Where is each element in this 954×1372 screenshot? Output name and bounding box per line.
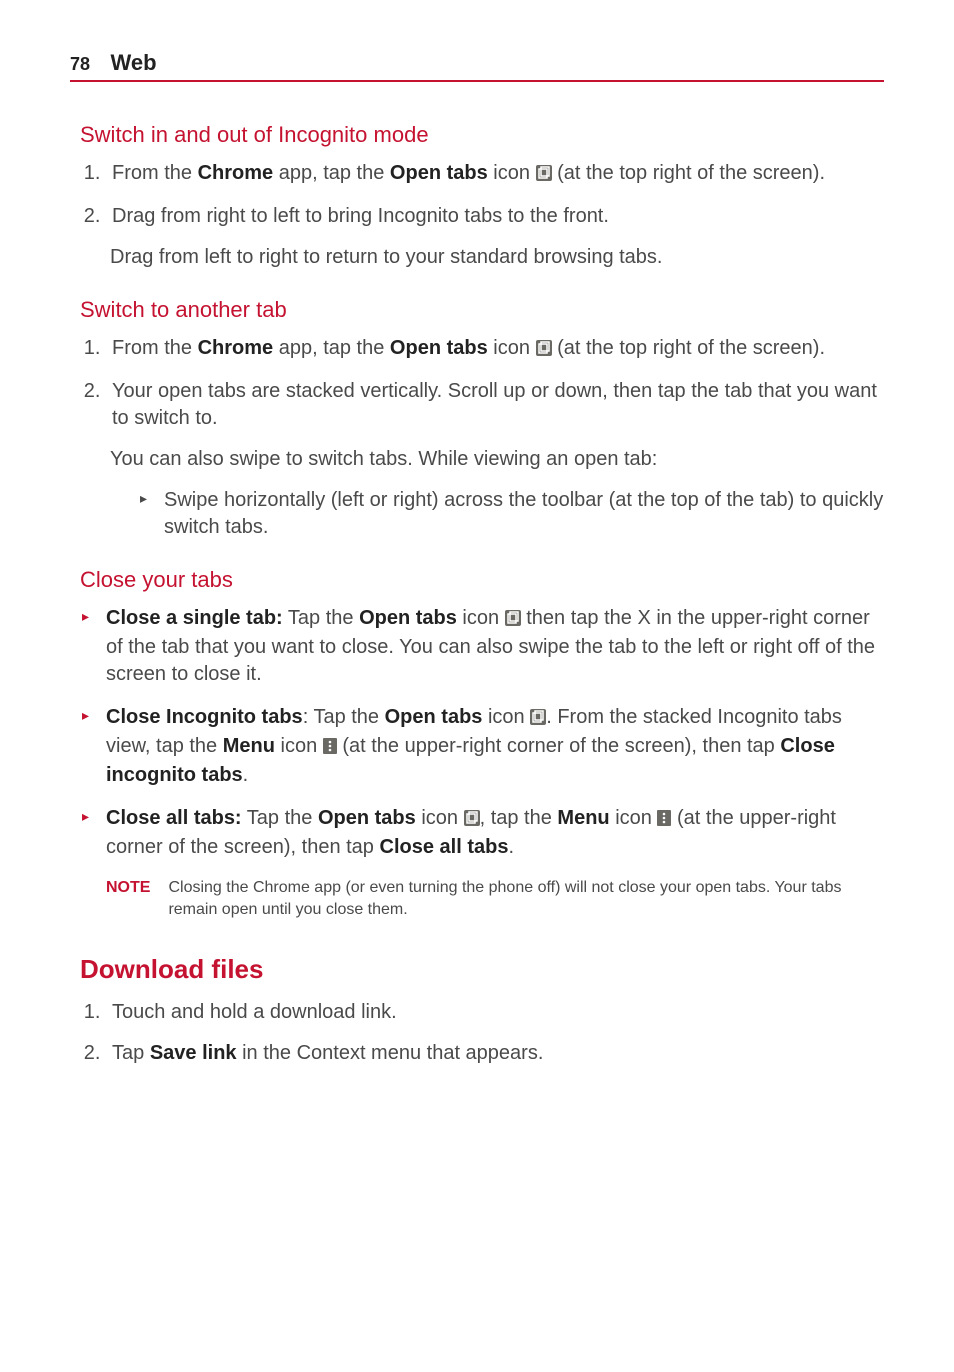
heading-download-files: Download files <box>80 954 884 985</box>
note-label: NOTE <box>106 877 150 920</box>
text: Tap the <box>283 607 359 629</box>
bullet-item: Close all tabs: Tap the Open tabs icon ,… <box>80 805 884 861</box>
page: 78 Web Switch in and out of Incognito mo… <box>0 0 954 1372</box>
bullet-list-close: Close a single tab: Tap the Open tabs ic… <box>80 605 884 861</box>
text: (at the top right of the screen). <box>552 337 825 359</box>
bold-save-link: Save link <box>150 1042 237 1064</box>
text: . <box>508 836 514 858</box>
bullet-item: Swipe horizontally (left or right) acros… <box>140 487 884 541</box>
text: app, tap the <box>273 162 390 184</box>
bold-menu: Menu <box>223 735 275 757</box>
steps-download: Touch and hold a download link. Tap Save… <box>80 999 884 1067</box>
text: (at the upper-right corner of the screen… <box>337 735 781 757</box>
bold-close-all-tabs: Close all tabs <box>380 836 509 858</box>
bold-close-all: Close all tabs: <box>106 807 242 829</box>
sub-bullet-list: Swipe horizontally (left or right) acros… <box>110 487 884 541</box>
text: : Tap the <box>303 706 385 728</box>
text: icon <box>488 162 536 184</box>
step-item: Touch and hold a download link. <box>106 999 884 1026</box>
page-content: Switch in and out of Incognito mode From… <box>70 122 884 1067</box>
page-header: 78 Web <box>70 50 884 82</box>
bold-open-tabs: Open tabs <box>318 807 416 829</box>
heading-incognito-mode: Switch in and out of Incognito mode <box>80 122 884 148</box>
paragraph: Drag from left to right to return to you… <box>110 244 884 271</box>
menu-icon <box>657 807 671 834</box>
text: From the <box>112 337 198 359</box>
steps-switch: From the Chrome app, tap the Open tabs i… <box>80 335 884 432</box>
step-item: Tap Save link in the Context menu that a… <box>106 1040 884 1067</box>
text: in the Context menu that appears. <box>237 1042 544 1064</box>
bullet-item: Close a single tab: Tap the Open tabs ic… <box>80 605 884 688</box>
heading-switch-tab: Switch to another tab <box>80 297 884 323</box>
bold-close-single: Close a single tab: <box>106 607 283 629</box>
text: Tap <box>112 1042 150 1064</box>
bold-chrome: Chrome <box>198 337 274 359</box>
text: icon <box>488 337 536 359</box>
heading-close-tabs: Close your tabs <box>80 567 884 593</box>
bold-open-tabs: Open tabs <box>390 162 488 184</box>
step-item: From the Chrome app, tap the Open tabs i… <box>106 160 884 189</box>
step-item: Your open tabs are stacked vertically. S… <box>106 378 884 432</box>
text: From the <box>112 162 198 184</box>
bold-close-incognito: Close Incognito tabs <box>106 706 303 728</box>
bold-open-tabs: Open tabs <box>359 607 457 629</box>
text: , tap the <box>480 807 558 829</box>
tabs-icon <box>505 607 521 634</box>
note-text: Closing the Chrome app (or even turning … <box>168 877 884 920</box>
note: NOTE Closing the Chrome app (or even tur… <box>106 877 884 920</box>
text: (at the top right of the screen). <box>552 162 825 184</box>
text: . <box>243 764 249 786</box>
tabs-icon <box>536 162 552 189</box>
steps-incognito: From the Chrome app, tap the Open tabs i… <box>80 160 884 230</box>
text: icon <box>610 807 658 829</box>
step-item: From the Chrome app, tap the Open tabs i… <box>106 335 884 364</box>
text: icon <box>275 735 323 757</box>
text: icon <box>482 706 530 728</box>
paragraph: You can also swipe to switch tabs. While… <box>110 446 884 473</box>
step-item: Drag from right to left to bring Incogni… <box>106 203 884 230</box>
tabs-icon <box>530 706 546 733</box>
menu-icon <box>323 735 337 762</box>
text: icon <box>416 807 464 829</box>
text: Tap the <box>242 807 318 829</box>
tabs-icon <box>536 337 552 364</box>
bold-open-tabs: Open tabs <box>385 706 483 728</box>
bold-chrome: Chrome <box>198 162 274 184</box>
text: app, tap the <box>273 337 390 359</box>
bold-menu: Menu <box>557 807 609 829</box>
page-title: Web <box>110 50 156 75</box>
tabs-icon <box>464 807 480 834</box>
text: icon <box>457 607 505 629</box>
bold-open-tabs: Open tabs <box>390 337 488 359</box>
page-number: 78 <box>70 54 90 74</box>
bullet-item: Close Incognito tabs: Tap the Open tabs … <box>80 704 884 789</box>
